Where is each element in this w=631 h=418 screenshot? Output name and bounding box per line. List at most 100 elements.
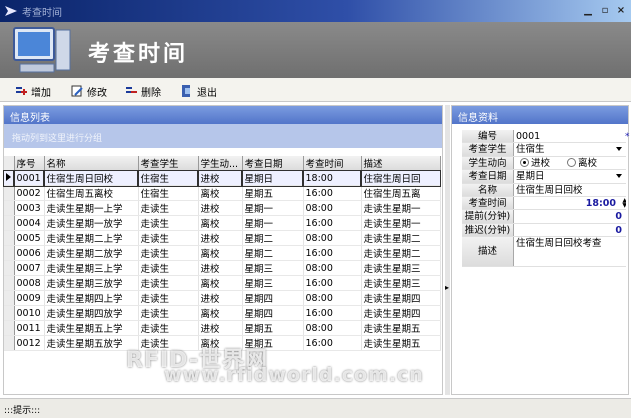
table-cell[interactable]: 08:00 xyxy=(303,290,362,306)
table-cell[interactable]: 18:00 xyxy=(302,169,362,187)
table-cell[interactable]: 走读生星期四放学 xyxy=(44,305,139,321)
edit-button[interactable]: 修改 xyxy=(70,83,107,99)
row-indicator[interactable] xyxy=(4,335,15,351)
chevron-right-icon[interactable]: ▸ xyxy=(445,283,449,292)
table-cell[interactable]: 进校 xyxy=(198,230,243,246)
table-cell[interactable]: 16:00 xyxy=(303,185,362,201)
table-cell[interactable]: 16:00 xyxy=(303,275,362,291)
name-field[interactable]: 住宿生周日回校 xyxy=(514,184,626,196)
table-cell[interactable]: 住宿生周五离 xyxy=(361,185,441,201)
maximize-button[interactable]: ▫ xyxy=(597,4,613,18)
table-cell[interactable]: 走读生 xyxy=(138,245,199,261)
column-header[interactable]: 考查时间 xyxy=(303,156,362,171)
column-header[interactable]: 名称 xyxy=(44,156,139,171)
table-cell[interactable]: 进校 xyxy=(198,260,243,276)
column-header[interactable]: 考查日期 xyxy=(242,156,304,171)
row-indicator[interactable] xyxy=(4,290,15,306)
table-cell[interactable]: 星期五 xyxy=(242,335,304,351)
table-cell[interactable]: 16:00 xyxy=(303,245,362,261)
table-cell[interactable]: 星期三 xyxy=(242,260,304,276)
table-cell[interactable]: 走读生 xyxy=(138,305,199,321)
table-cell[interactable]: 离校 xyxy=(198,305,243,321)
table-cell[interactable]: 进校 xyxy=(198,320,243,336)
table-cell[interactable]: 离校 xyxy=(198,185,243,201)
row-indicator[interactable] xyxy=(4,305,15,321)
column-header[interactable]: 考查学生 xyxy=(138,156,199,171)
table-cell[interactable]: 0007 xyxy=(14,260,45,276)
table-cell[interactable]: 16:00 xyxy=(303,335,362,351)
table-cell[interactable]: 0010 xyxy=(14,305,45,321)
table-cell[interactable]: 星期二 xyxy=(242,245,304,261)
table-row[interactable]: 0011 走读生星期五上学 走读生 进校 星期五 08:00 走读生星期五 xyxy=(4,320,441,336)
table-cell[interactable]: 0009 xyxy=(14,290,45,306)
table-cell[interactable]: 离校 xyxy=(198,245,243,261)
table-cell[interactable]: 离校 xyxy=(198,215,243,231)
table-cell[interactable]: 走读生星期三 xyxy=(361,260,441,276)
student-select[interactable]: 住宿生 xyxy=(514,143,626,155)
time-field[interactable]: 18:00 ▲ ▼ xyxy=(514,197,626,209)
table-cell[interactable]: 走读生星期三放学 xyxy=(44,275,139,291)
table-cell[interactable]: 星期三 xyxy=(242,275,304,291)
table-cell[interactable]: 走读生 xyxy=(138,260,199,276)
exit-button[interactable]: 退出 xyxy=(180,83,217,99)
table-cell[interactable]: 星期五 xyxy=(242,320,304,336)
direction-out-radio[interactable] xyxy=(567,157,577,167)
table-cell[interactable]: 走读生 xyxy=(138,230,199,246)
table-cell[interactable]: 08:00 xyxy=(303,320,362,336)
table-cell[interactable]: 住宿生周五离校 xyxy=(44,185,139,201)
row-indicator[interactable] xyxy=(4,260,15,276)
add-button[interactable]: 增加 xyxy=(14,83,51,99)
table-cell[interactable]: 星期五 xyxy=(242,185,304,201)
table-cell[interactable]: 0008 xyxy=(14,275,45,291)
table-cell[interactable]: 0003 xyxy=(14,200,45,216)
table-cell[interactable]: 走读生 xyxy=(138,335,199,351)
table-cell[interactable]: 走读生星期一 xyxy=(361,200,441,216)
table-cell[interactable]: 星期二 xyxy=(242,230,304,246)
group-by-area[interactable]: 拖动列到这里进行分组 xyxy=(4,124,442,148)
table-cell[interactable]: 08:00 xyxy=(303,260,362,276)
table-cell[interactable]: 进校 xyxy=(198,290,243,306)
table-cell[interactable]: 走读生星期五 xyxy=(361,335,441,351)
table-cell[interactable]: 0001 xyxy=(13,169,45,187)
table-cell[interactable]: 走读生星期四 xyxy=(361,305,441,321)
table-row[interactable]: 0006 走读生星期二放学 走读生 离校 星期二 16:00 走读生星期二 xyxy=(4,245,441,261)
panel-splitter[interactable]: ▸ xyxy=(445,105,450,395)
table-row[interactable]: 0009 走读生星期四上学 走读生 进校 星期四 08:00 走读生星期四 xyxy=(4,290,441,306)
column-header[interactable]: 描述 xyxy=(361,156,441,171)
table-cell[interactable]: 走读生星期一放学 xyxy=(44,215,139,231)
row-indicator[interactable] xyxy=(4,215,15,231)
direction-in-radio[interactable] xyxy=(520,157,529,167)
early-field[interactable]: 0 xyxy=(514,210,626,222)
table-cell[interactable]: 16:00 xyxy=(303,305,362,321)
table-cell[interactable]: 离校 xyxy=(198,335,243,351)
table-cell[interactable]: 星期四 xyxy=(242,290,304,306)
row-indicator[interactable] xyxy=(4,185,15,201)
table-cell[interactable]: 走读生 xyxy=(138,320,199,336)
table-cell[interactable]: 进校 xyxy=(197,169,243,187)
table-cell[interactable]: 走读生星期五上学 xyxy=(44,320,139,336)
code-field[interactable]: 0001 xyxy=(514,130,626,142)
table-row[interactable]: 0008 走读生星期三放学 走读生 离校 星期三 16:00 走读生星期三 xyxy=(4,275,441,291)
row-indicator[interactable] xyxy=(4,200,15,216)
table-cell[interactable]: 星期四 xyxy=(242,305,304,321)
chevron-down-icon[interactable] xyxy=(616,174,622,179)
row-indicator[interactable] xyxy=(4,245,15,261)
table-cell[interactable]: 走读生 xyxy=(138,275,199,291)
table-cell[interactable]: 走读生星期二 xyxy=(361,245,441,261)
table-cell[interactable]: 0011 xyxy=(14,320,45,336)
table-cell[interactable]: 走读生 xyxy=(138,200,199,216)
table-cell[interactable]: 走读生 xyxy=(138,215,199,231)
table-cell[interactable]: 住宿生 xyxy=(137,169,199,187)
table-cell[interactable]: 走读生星期一上学 xyxy=(44,200,139,216)
table-cell[interactable]: 16:00 xyxy=(303,215,362,231)
table-cell[interactable]: 0005 xyxy=(14,230,45,246)
table-cell[interactable]: 离校 xyxy=(198,275,243,291)
table-cell[interactable]: 走读生星期四上学 xyxy=(44,290,139,306)
table-row[interactable]: 0004 走读生星期一放学 走读生 离校 星期一 16:00 走读生星期一 xyxy=(4,215,441,231)
table-cell[interactable]: 星期日 xyxy=(241,169,304,187)
table-cell[interactable]: 星期一 xyxy=(242,215,304,231)
spinner-icon[interactable]: ▲ ▼ xyxy=(622,197,626,208)
table-cell[interactable]: 08:00 xyxy=(303,200,362,216)
desc-field[interactable]: 住宿生周日回校考查 xyxy=(514,237,626,266)
close-button[interactable]: × xyxy=(613,4,629,18)
